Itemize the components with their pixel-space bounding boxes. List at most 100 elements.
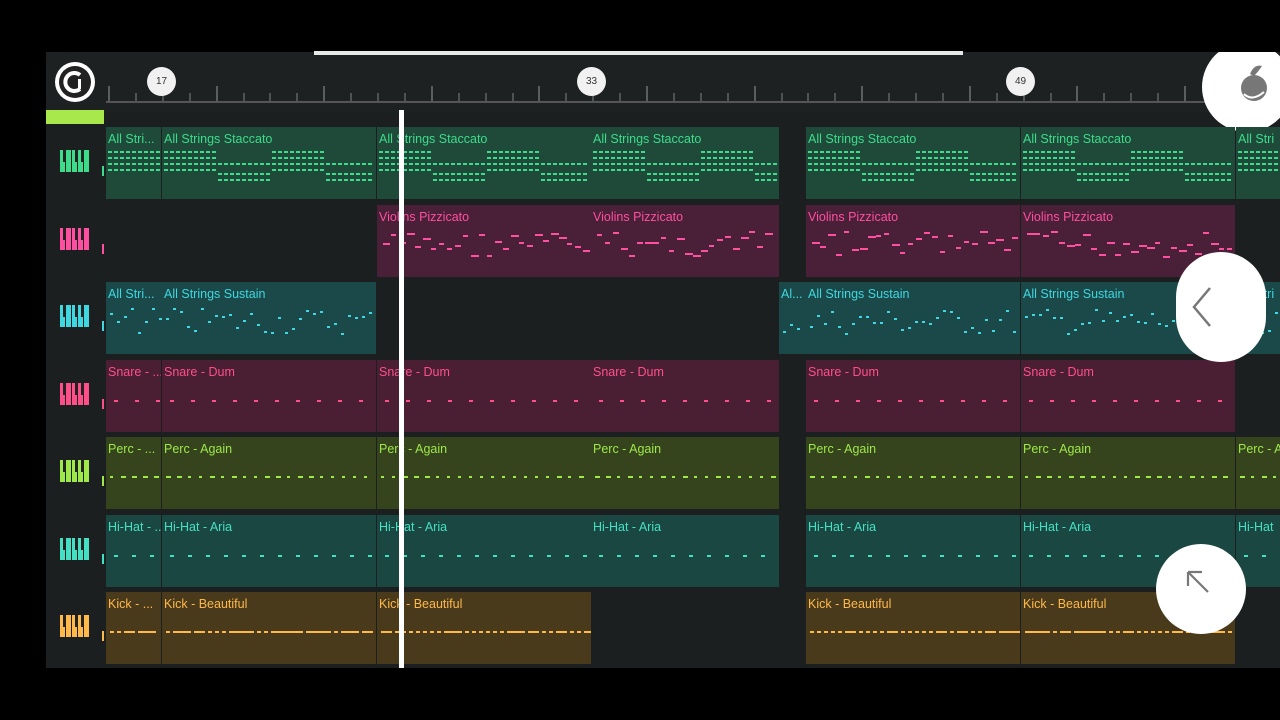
note <box>1163 256 1170 258</box>
fl-fruit-button[interactable] <box>1202 52 1280 132</box>
piano-keys-icon[interactable] <box>52 224 104 258</box>
pattern-clip[interactable]: Hi-Hat - Aria <box>591 515 779 587</box>
note <box>541 173 545 175</box>
ruler-tick <box>296 93 299 101</box>
pattern-clip[interactable]: All Strings Staccato <box>377 127 591 199</box>
playlist-window: 17 33 49 All Stri... All Strings Staccato… <box>46 52 1280 668</box>
pattern-clip[interactable]: Violins Pizzicato <box>806 205 1020 277</box>
pattern-clip[interactable]: All Strings Staccato <box>162 127 376 199</box>
ruler-tick <box>861 86 864 101</box>
ruler-tick <box>323 86 326 101</box>
note <box>761 555 765 557</box>
note <box>212 400 216 402</box>
note <box>194 169 198 171</box>
pattern-clip[interactable]: All Strings Sustain <box>806 282 1020 354</box>
note <box>511 400 515 402</box>
track-row[interactable]: Perc - ... Perc - Again Perc - Again Perc -… <box>46 434 1280 511</box>
note <box>463 173 467 175</box>
pattern-clip[interactable]: Al... <box>779 282 806 354</box>
pattern-clip[interactable]: Snare - Dum <box>806 360 1020 432</box>
note <box>266 173 270 175</box>
note <box>166 318 169 320</box>
note <box>236 327 239 329</box>
bar-marker-49[interactable]: 49 <box>1006 67 1035 96</box>
pattern-clip[interactable]: All Strings Staccato <box>591 127 779 199</box>
ruler-tick <box>888 93 891 101</box>
pattern-clip[interactable]: Kick - Beautiful <box>377 592 591 664</box>
note <box>553 173 557 175</box>
horizontal-scrollbar[interactable] <box>314 51 963 55</box>
pattern-clip[interactable]: Kick - Beautiful <box>162 592 376 664</box>
note <box>707 157 711 159</box>
bar-marker-17[interactable]: 17 <box>147 67 176 96</box>
note <box>1157 476 1162 478</box>
pattern-clip[interactable]: Snare - Dum <box>377 360 591 432</box>
note <box>1172 320 1175 322</box>
note <box>928 157 932 159</box>
note <box>285 631 292 633</box>
note <box>296 400 300 402</box>
note <box>427 169 431 171</box>
pattern-clip[interactable]: Perc - A <box>1236 437 1280 509</box>
pattern-label: Perc - Again <box>808 442 877 456</box>
note <box>820 157 824 159</box>
pattern-clip[interactable]: All Strings Staccato <box>1021 127 1235 199</box>
timeline-ruler[interactable]: 17 33 49 <box>46 52 1280 112</box>
pattern-clip[interactable]: Violins Pizzicato <box>591 205 779 277</box>
note <box>934 169 938 171</box>
pattern-clip[interactable]: Snare - Dum <box>1021 360 1235 432</box>
pattern-clip[interactable]: Kick - Beautiful <box>806 592 1020 664</box>
note <box>653 242 659 244</box>
pattern-clip[interactable]: Snare - Dum <box>162 360 376 432</box>
pattern-clip[interactable]: Perc - Again <box>162 437 376 509</box>
note <box>669 250 674 252</box>
pattern-clip[interactable]: All Stri <box>1236 127 1280 199</box>
piano-keys-icon[interactable] <box>52 611 104 645</box>
track-row[interactable]: Snare - ... Snare - Dum Snare - Dum Snare -… <box>46 357 1280 434</box>
pattern-clip[interactable]: Hi-Hat - ... <box>106 515 161 587</box>
pattern-clip[interactable]: Hi-Hat - Aria <box>162 515 376 587</box>
note <box>1101 555 1105 557</box>
bar-marker-33[interactable]: 33 <box>577 67 606 96</box>
note <box>264 631 268 633</box>
note <box>820 163 824 165</box>
note <box>138 631 145 633</box>
pattern-clip[interactable]: Perc - Again <box>806 437 1020 509</box>
pattern-clip[interactable]: Snare - Dum <box>591 360 779 432</box>
fl-logo-icon[interactable] <box>55 62 95 102</box>
note <box>755 163 759 165</box>
pattern-clip[interactable]: Kick - ... <box>106 592 161 664</box>
note <box>568 476 571 478</box>
track-row[interactable]: Violins Pizzicato Violins Pizzicato Violin… <box>46 202 1280 279</box>
pattern-clip[interactable]: Hi-Hat - Aria <box>806 515 1020 587</box>
pattern-clip[interactable]: Perc - Again <box>377 437 591 509</box>
pattern-clip[interactable]: All Stri... <box>106 127 161 199</box>
pattern-clip[interactable]: Hi-Hat - Aria <box>377 515 591 587</box>
note <box>831 631 835 633</box>
playhead[interactable] <box>399 110 404 668</box>
piano-keys-icon[interactable] <box>52 301 104 335</box>
pattern-clip[interactable]: Perc - ... <box>106 437 161 509</box>
piano-keys-icon[interactable] <box>52 379 104 413</box>
track-row[interactable]: Kick - ... Kick - Beautiful Kick - Beautif… <box>46 589 1280 666</box>
piano-keys-icon[interactable] <box>52 146 104 180</box>
note <box>521 631 525 633</box>
note <box>701 163 705 165</box>
note <box>838 631 842 633</box>
note <box>187 326 190 328</box>
pattern-clip[interactable]: Violins Pizzicato <box>377 205 591 277</box>
ruler-tick <box>430 86 433 101</box>
track-row[interactable]: Hi-Hat - ... Hi-Hat - Aria Hi-Hat - Aria Hi… <box>46 512 1280 589</box>
pattern-clip[interactable]: Snare - ... <box>106 360 161 432</box>
piano-keys-icon[interactable] <box>52 534 104 568</box>
pattern-clip[interactable]: Perc - Again <box>1021 437 1235 509</box>
track-row[interactable]: All Stri... All Strings Sustain Al... All S… <box>46 279 1280 356</box>
pattern-clip[interactable]: Perc - Again <box>591 437 779 509</box>
note <box>433 179 437 181</box>
pattern-selector-indicator[interactable] <box>46 110 104 124</box>
track-row[interactable]: All Stri... All Strings Staccato All Strin… <box>46 124 1280 201</box>
note <box>1143 163 1147 165</box>
pattern-clip[interactable]: All Strings Sustain <box>162 282 376 354</box>
pattern-clip[interactable]: All Strings Staccato <box>806 127 1020 199</box>
piano-keys-icon[interactable] <box>52 456 104 490</box>
